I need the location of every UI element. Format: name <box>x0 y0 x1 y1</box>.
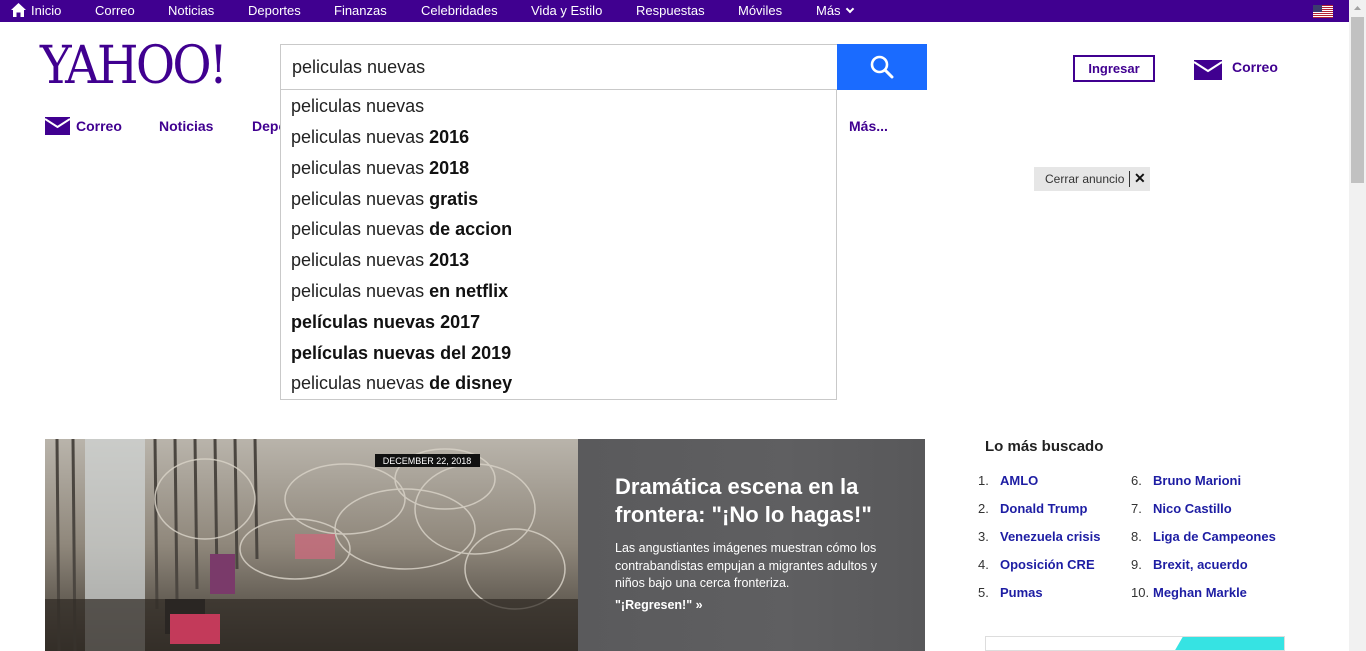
nav-link-noticias[interactable]: Noticias <box>159 117 213 135</box>
suggestion-item[interactable]: peliculas nuevas de disney <box>291 372 512 394</box>
mail-icon <box>1194 60 1222 80</box>
close-ad-label: Cerrar anuncio <box>1045 172 1125 186</box>
top-navigation-bar: Inicio Correo Noticias Deportes Finanzas… <box>0 0 1349 22</box>
topbar-link-celebridades[interactable]: Celebridades <box>421 0 498 22</box>
header-mail-label: Correo <box>1232 59 1278 75</box>
trending-item[interactable]: 3. Venezuela crisis <box>978 529 1100 545</box>
search-button[interactable] <box>837 44 927 90</box>
suggestion-item[interactable]: películas nuevas 2017 <box>291 311 480 333</box>
trending-item[interactable]: 1. AMLO <box>978 473 1038 489</box>
suggestion-item[interactable]: películas nuevas del 2019 <box>291 342 511 364</box>
suggestion-item[interactable]: peliculas nuevas de accion <box>291 218 512 240</box>
topbar-link-noticias[interactable]: Noticias <box>168 0 214 22</box>
suggestion-item[interactable]: peliculas nuevas en netflix <box>291 280 508 302</box>
separator <box>1129 171 1130 187</box>
topbar-link-vida-y-estilo[interactable]: Vida y Estilo <box>531 0 602 22</box>
vertical-scrollbar[interactable] <box>1349 0 1366 651</box>
trending-item[interactable]: 8. Liga de Campeones <box>1131 529 1276 545</box>
mail-icon[interactable] <box>45 117 70 135</box>
close-icon: ✕ <box>1134 170 1146 186</box>
suggestion-item[interactable]: peliculas nuevas 2016 <box>291 126 469 148</box>
trending-item[interactable]: 10. Meghan Markle <box>1131 585 1247 601</box>
scroll-up-arrow-icon[interactable] <box>1349 0 1366 17</box>
trending-title: Lo más buscado <box>985 438 1104 455</box>
topbar-link-deportes[interactable]: Deportes <box>248 0 301 22</box>
signin-button[interactable]: Ingresar <box>1073 55 1155 82</box>
topbar-link-finanzas[interactable]: Finanzas <box>334 0 387 22</box>
chevron-down-icon <box>845 4 854 14</box>
trending-item[interactable]: 7. Nico Castillo <box>1131 501 1232 517</box>
border-fence-photo: DECEMBER 22, 2018 <box>45 439 578 651</box>
yahoo-logo[interactable]: YAHOO! <box>40 36 228 96</box>
topbar-more-menu[interactable]: Más <box>816 0 854 22</box>
hero-text-panel: Dramática escena en la frontera: "¡No lo… <box>578 439 925 651</box>
trending-item[interactable]: 5. Pumas <box>978 585 1043 601</box>
trending-item[interactable]: 4. Oposición CRE <box>978 557 1095 573</box>
home-icon[interactable] <box>11 3 26 17</box>
suggestion-item[interactable]: peliculas nuevas gratis <box>291 188 478 210</box>
hero-description: Las angustiantes imágenes muestran cómo … <box>615 541 877 590</box>
ad-banner[interactable] <box>985 636 1285 651</box>
hero-story[interactable]: DECEMBER 22, 2018 Dramática escena en la… <box>45 439 925 651</box>
topbar-more-label: Más <box>816 3 841 18</box>
close-ad-button[interactable]: Cerrar anuncio ✕ <box>1034 167 1150 191</box>
topbar-link-respuestas[interactable]: Respuestas <box>636 0 705 22</box>
nav-link-mas[interactable]: Más... <box>849 117 888 135</box>
search-input[interactable] <box>280 44 838 90</box>
hero-read-more-link[interactable]: "¡Regresen!" » <box>615 598 703 612</box>
scrollbar-thumb[interactable] <box>1351 17 1364 183</box>
topbar-link-correo[interactable]: Correo <box>95 0 135 22</box>
hero-title[interactable]: Dramática escena en la frontera: "¡No lo… <box>615 473 905 529</box>
suggestion-item[interactable]: peliculas nuevas 2018 <box>291 157 469 179</box>
ad-graphic <box>1174 637 1284 650</box>
suggestion-item[interactable]: peliculas nuevas 2013 <box>291 249 469 271</box>
hero-image[interactable]: DECEMBER 22, 2018 <box>45 439 578 651</box>
search-suggestions-dropdown: peliculas nuevas peliculas nuevas 2016 p… <box>280 90 837 400</box>
hero-image-caption: DECEMBER 22, 2018 <box>383 456 472 466</box>
trending-item[interactable]: 2. Donald Trump <box>978 501 1087 517</box>
nav-link-correo[interactable]: Correo <box>76 117 122 135</box>
trending-item[interactable]: 9. Brexit, acuerdo <box>1131 557 1248 573</box>
search-icon <box>870 55 894 79</box>
topbar-link-moviles[interactable]: Móviles <box>738 0 782 22</box>
topbar-link-inicio[interactable]: Inicio <box>31 0 61 22</box>
trending-item[interactable]: 6. Bruno Marioni <box>1131 473 1241 489</box>
suggestion-item[interactable]: peliculas nuevas <box>291 95 424 117</box>
us-flag-icon[interactable] <box>1313 5 1333 18</box>
yahoo-page: Inicio Correo Noticias Deportes Finanzas… <box>0 0 1366 651</box>
